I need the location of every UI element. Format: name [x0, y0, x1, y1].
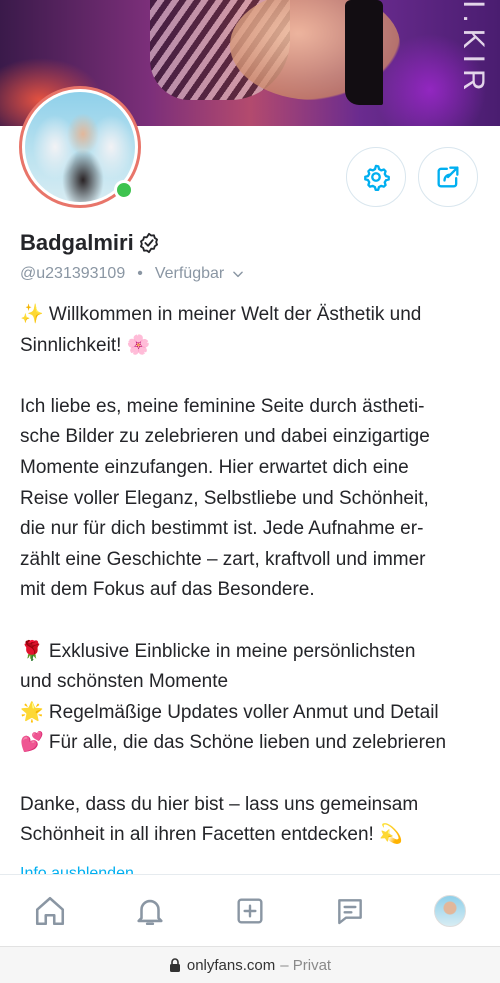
- profile-avatar-small: [434, 895, 466, 927]
- plus-square-icon: [237, 898, 263, 924]
- bio-line: und schönsten Momente: [20, 671, 229, 693]
- availability-status[interactable]: Verfügbar: [155, 265, 224, 283]
- bio-line: Schönheit in all ihren Facetten entdecke…: [20, 824, 403, 846]
- hide-info-link[interactable]: Info ausblenden: [20, 862, 134, 874]
- bio-line: 💕 Für alle, die das Schöne lieben und ze…: [20, 732, 447, 754]
- profile-bio: ✨ Willkommen in meiner Welt der Ästhetik…: [20, 300, 482, 851]
- profile-handle: @u231393109: [20, 265, 126, 282]
- cover-boot: [345, 0, 383, 105]
- profile-name-row: Badgalmiri: [20, 230, 160, 256]
- nav-messages[interactable]: [320, 881, 380, 941]
- bio-line: Sinnlichkeit! 🌸: [20, 334, 151, 356]
- bio-line: 🌟 Regelmäßige Updates voller Anmut und D…: [20, 701, 439, 723]
- settings-button[interactable]: [346, 147, 406, 207]
- bio-line: 🌹 Exklusive Einblicke in meine persönlic…: [20, 640, 416, 662]
- home-icon: [35, 896, 65, 926]
- nav-new-post[interactable]: [220, 881, 280, 941]
- bio-line: [20, 759, 482, 790]
- private-mode-label: – Privat: [280, 956, 332, 974]
- bio-line: [20, 606, 482, 637]
- bell-icon: [137, 899, 163, 926]
- gear-icon: [364, 164, 390, 191]
- nav-notifications[interactable]: [120, 881, 180, 941]
- online-indicator: [114, 180, 134, 200]
- bio-line: Reise voller Eleganz, Selbstliebe und Sc…: [20, 487, 429, 509]
- bio-line: Danke, dass du hier bist – lass uns geme…: [20, 793, 419, 815]
- share-icon: [437, 166, 459, 188]
- lock-icon: [169, 958, 180, 972]
- profile-meta: @u231393109 • Verfügbar: [20, 265, 245, 283]
- bio-line: ✨ Willkommen in meiner Welt der Ästhetik…: [20, 304, 422, 325]
- bio-line: zählt eine Geschichte – zart, kraftvoll …: [20, 548, 426, 570]
- nav-profile[interactable]: [420, 881, 480, 941]
- bio-line: Ich liebe es, meine feminine Seite durch…: [20, 395, 425, 417]
- profile-name: Badgalmiri: [20, 230, 134, 255]
- bio-line: [20, 361, 482, 392]
- bottom-nav: [0, 874, 500, 947]
- url-domain: onlyfans.com: [186, 956, 276, 974]
- chevron-down-icon[interactable]: [231, 267, 245, 281]
- browser-address-bar[interactable]: onlyfans.com – Privat: [0, 946, 500, 983]
- bio-line: mit dem Fokus auf das Besondere.: [20, 579, 315, 601]
- verified-badge-icon: [139, 232, 158, 254]
- nav-home[interactable]: [20, 881, 80, 941]
- bio-line: die nur für dich bestimmt ist. Jede Aufn…: [20, 518, 424, 540]
- share-button[interactable]: [418, 147, 478, 207]
- cover-brand-text: I.KIR: [457, 0, 490, 97]
- separator-dot: •: [137, 265, 143, 282]
- message-icon: [338, 899, 362, 925]
- bio-line: sche Bilder zu zelebrieren und dabei ein…: [20, 426, 430, 448]
- bio-line: Momente einzufangen. Hier erwartet dich …: [20, 456, 409, 478]
